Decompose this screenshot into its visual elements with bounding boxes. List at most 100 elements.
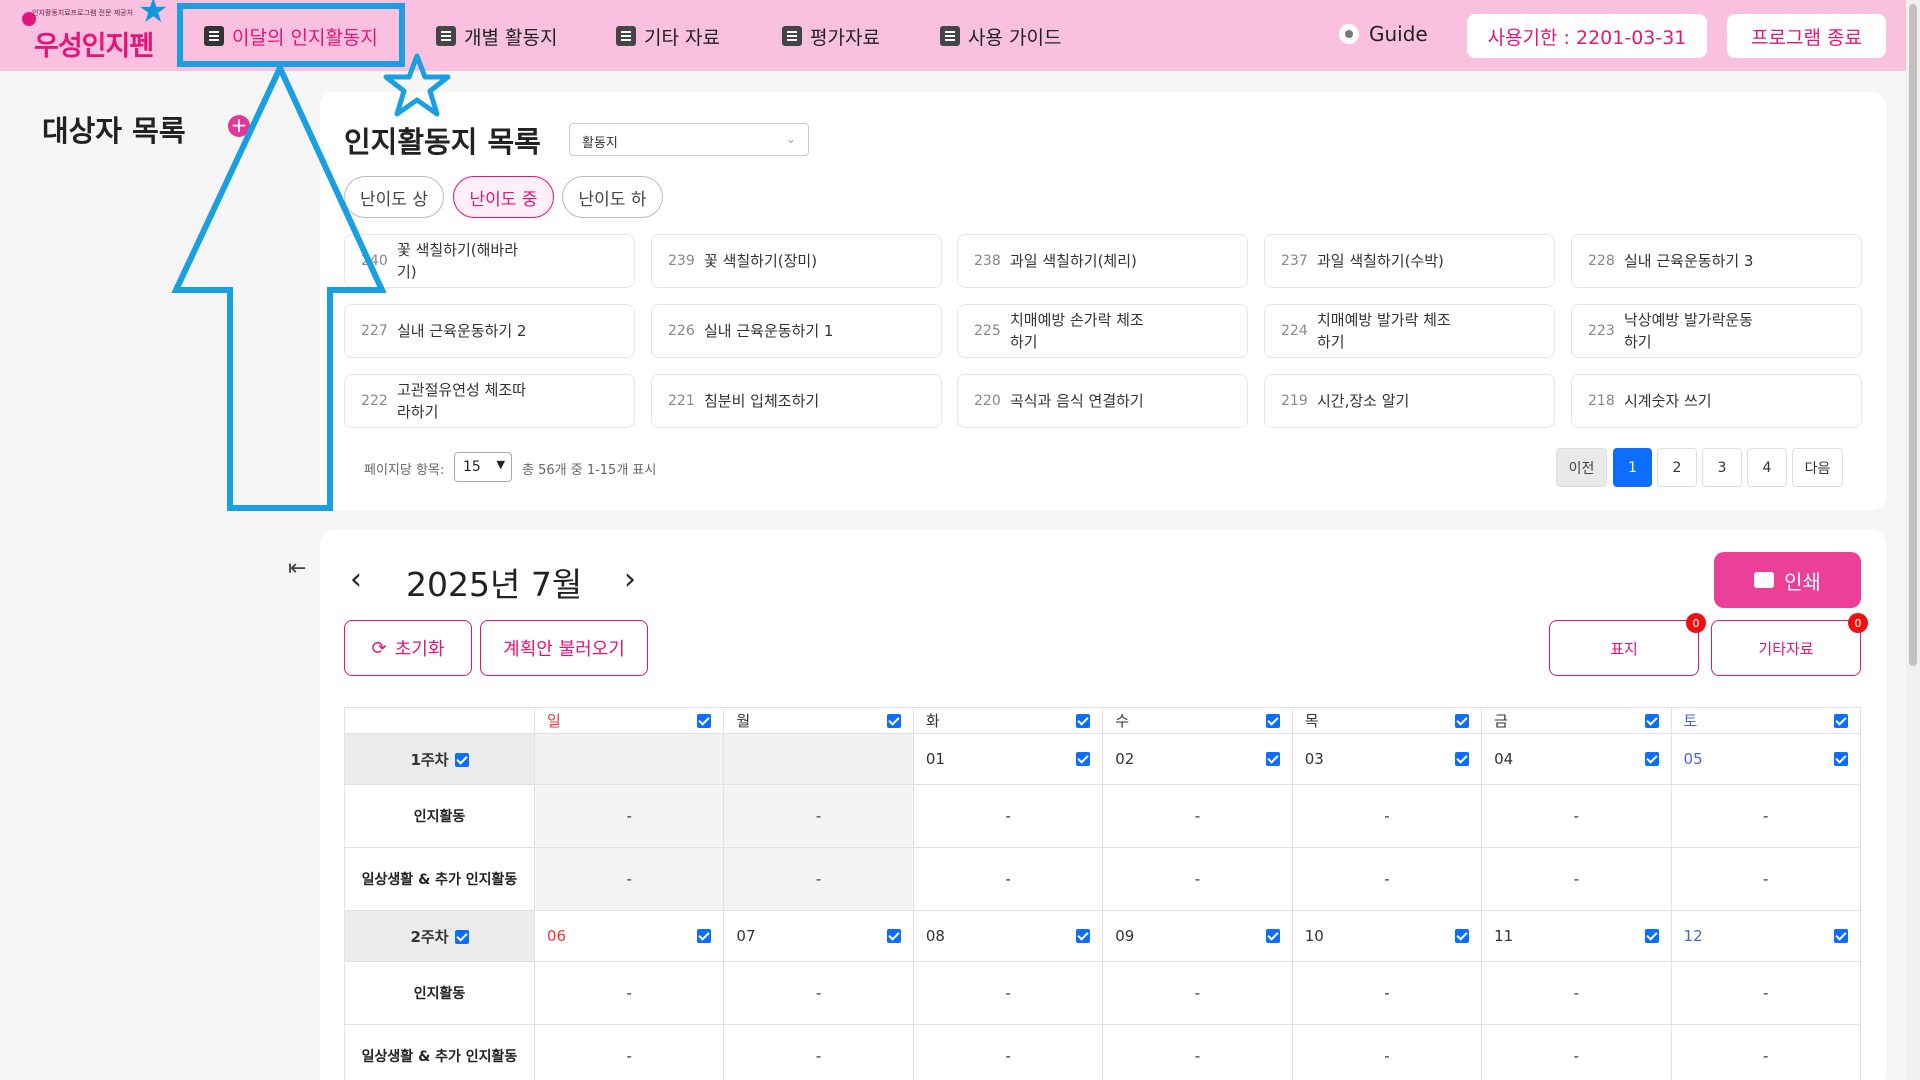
day-checkbox[interactable] xyxy=(697,713,712,728)
pagination-page-1[interactable]: 1 xyxy=(1613,448,1652,487)
sheet-type-select[interactable]: 활동지 ⌄ xyxy=(569,123,809,156)
activity-slot[interactable]: - xyxy=(1481,847,1672,911)
cover-button[interactable]: 표지 0 xyxy=(1549,613,1706,676)
load-plan-button[interactable]: 계획안 불러오기 xyxy=(480,620,648,676)
activity-card[interactable]: 237 과일 색칠하기(수박) xyxy=(1264,234,1555,288)
day-checkbox[interactable] xyxy=(1265,713,1280,728)
day-cell[interactable]: 01 xyxy=(912,733,1104,785)
day-checkbox[interactable] xyxy=(886,929,901,943)
day-cell[interactable]: 11 xyxy=(1481,910,1672,962)
pagination-page-4[interactable]: 4 xyxy=(1747,448,1787,487)
difficulty-low-button[interactable]: 난이도 하 xyxy=(562,176,663,218)
activity-slot[interactable]: - xyxy=(533,961,725,1025)
page-scrollbar[interactable] xyxy=(1906,0,1920,1080)
activity-card[interactable]: 219 시간,장소 알기 xyxy=(1264,374,1555,428)
activity-slot[interactable]: - xyxy=(723,1024,914,1080)
activity-slot[interactable]: - xyxy=(533,847,725,911)
activity-slot[interactable]: - xyxy=(533,784,725,848)
activity-card[interactable]: 238 과일 색칠하기(체리) xyxy=(957,234,1248,288)
collapse-sidebar-icon[interactable]: ⇤ xyxy=(288,556,306,581)
per-page-select[interactable]: 15 ▼ xyxy=(454,452,512,482)
day-checkbox[interactable] xyxy=(1076,929,1091,943)
activity-slot[interactable]: - xyxy=(1481,1024,1672,1080)
activity-slot[interactable]: - xyxy=(1670,961,1862,1025)
activity-slot[interactable]: - xyxy=(1670,847,1862,911)
scrollbar-thumb[interactable] xyxy=(1909,4,1917,666)
activity-slot[interactable]: - xyxy=(912,1024,1104,1080)
day-cell[interactable] xyxy=(533,733,725,785)
day-checkbox[interactable] xyxy=(1834,752,1848,766)
day-cell[interactable]: 03 xyxy=(1291,733,1483,785)
guide-button[interactable]: Guide xyxy=(1339,22,1428,46)
activity-slot[interactable]: - xyxy=(912,784,1104,848)
next-month-button[interactable]: › xyxy=(624,562,636,597)
nav-assessment[interactable]: 평가자료 xyxy=(782,20,880,52)
activity-slot[interactable]: - xyxy=(1481,784,1672,848)
activity-card[interactable]: 239 꽃 색칠하기(장미) xyxy=(651,234,942,288)
activity-card[interactable]: 228 실내 근육운동하기 3 xyxy=(1571,234,1862,288)
activity-slot[interactable]: - xyxy=(1291,784,1483,848)
activity-slot[interactable]: - xyxy=(912,847,1104,911)
activity-slot[interactable]: - xyxy=(1670,784,1862,848)
day-checkbox[interactable] xyxy=(1455,713,1470,728)
activity-slot[interactable]: - xyxy=(1102,847,1293,911)
week-checkbox[interactable] xyxy=(454,930,469,944)
activity-card[interactable]: 223 낙상예방 발가락운동하기 xyxy=(1571,304,1862,358)
activity-card[interactable]: 220 곡식과 음식 연결하기 xyxy=(957,374,1248,428)
nav-user-guide[interactable]: 사용 가이드 xyxy=(940,20,1061,52)
day-checkbox[interactable] xyxy=(1834,713,1848,728)
day-checkbox[interactable] xyxy=(1834,929,1848,943)
activity-card[interactable]: 224 치매예방 발가락 체조하기 xyxy=(1264,304,1555,358)
activity-card[interactable]: 227 실내 근육운동하기 2 xyxy=(344,304,635,358)
pagination-page-3[interactable]: 3 xyxy=(1702,448,1742,487)
activity-slot[interactable]: - xyxy=(1102,1024,1293,1080)
day-cell[interactable]: 09 xyxy=(1102,910,1293,962)
activity-slot[interactable]: - xyxy=(1102,784,1293,848)
difficulty-medium-button[interactable]: 난이도 중 xyxy=(453,176,554,218)
activity-slot[interactable]: - xyxy=(1291,961,1483,1025)
day-checkbox[interactable] xyxy=(1644,713,1659,728)
brand-logo[interactable]: 인지활동치료프로그램 전문 제공처 우성인지펜 xyxy=(18,6,154,64)
other-materials-button[interactable]: 기타자료 0 xyxy=(1711,613,1868,676)
nav-individual-sheets[interactable]: 개별 활동지 xyxy=(436,20,557,52)
activity-card[interactable]: 218 시계숫자 쓰기 xyxy=(1571,374,1862,428)
activity-slot[interactable]: - xyxy=(1291,847,1483,911)
day-checkbox[interactable] xyxy=(1076,713,1091,728)
nav-other-materials[interactable]: 기타 자료 xyxy=(616,20,720,52)
pagination-prev-button[interactable]: 이전 xyxy=(1556,448,1607,487)
day-checkbox[interactable] xyxy=(886,713,901,728)
day-checkbox[interactable] xyxy=(1644,752,1659,766)
pagination-page-2[interactable]: 2 xyxy=(1657,448,1697,487)
day-checkbox[interactable] xyxy=(1076,752,1091,766)
day-checkbox[interactable] xyxy=(1455,929,1470,943)
activity-slot[interactable]: - xyxy=(1291,1024,1483,1080)
activity-card[interactable]: 226 실내 근육운동하기 1 xyxy=(651,304,942,358)
activity-slot[interactable]: - xyxy=(1481,961,1672,1025)
reset-button[interactable]: ⟳ 초기화 xyxy=(344,620,472,676)
activity-slot[interactable]: - xyxy=(1102,961,1293,1025)
prev-month-button[interactable]: ‹ xyxy=(350,562,362,597)
activity-slot[interactable]: - xyxy=(1670,1024,1862,1080)
week-checkbox[interactable] xyxy=(454,753,469,767)
day-cell[interactable]: 08 xyxy=(912,910,1104,962)
day-cell[interactable] xyxy=(723,733,914,785)
day-checkbox[interactable] xyxy=(1644,929,1659,943)
day-cell[interactable]: 07 xyxy=(723,910,914,962)
add-subject-button[interactable]: + xyxy=(228,115,250,137)
activity-slot[interactable]: - xyxy=(723,961,914,1025)
day-cell[interactable]: 10 xyxy=(1291,910,1483,962)
print-button[interactable]: 인쇄 xyxy=(1714,552,1861,608)
day-cell[interactable]: 12 xyxy=(1670,910,1862,962)
activity-card[interactable]: 240 꽃 색칠하기(해바라기) xyxy=(344,234,635,288)
activity-slot[interactable]: - xyxy=(723,784,914,848)
difficulty-high-button[interactable]: 난이도 상 xyxy=(344,176,444,218)
activity-card[interactable]: 221 침분비 입체조하기 xyxy=(651,374,942,428)
day-cell[interactable]: 05 xyxy=(1670,733,1862,785)
activity-slot[interactable]: - xyxy=(912,961,1104,1025)
day-checkbox[interactable] xyxy=(1265,929,1280,943)
day-cell[interactable]: 02 xyxy=(1102,733,1293,785)
day-checkbox[interactable] xyxy=(1455,752,1470,766)
day-cell[interactable]: 06 xyxy=(533,910,725,962)
activity-card[interactable]: 225 치매예방 손가락 체조하기 xyxy=(957,304,1248,358)
activity-slot[interactable]: - xyxy=(533,1024,725,1080)
